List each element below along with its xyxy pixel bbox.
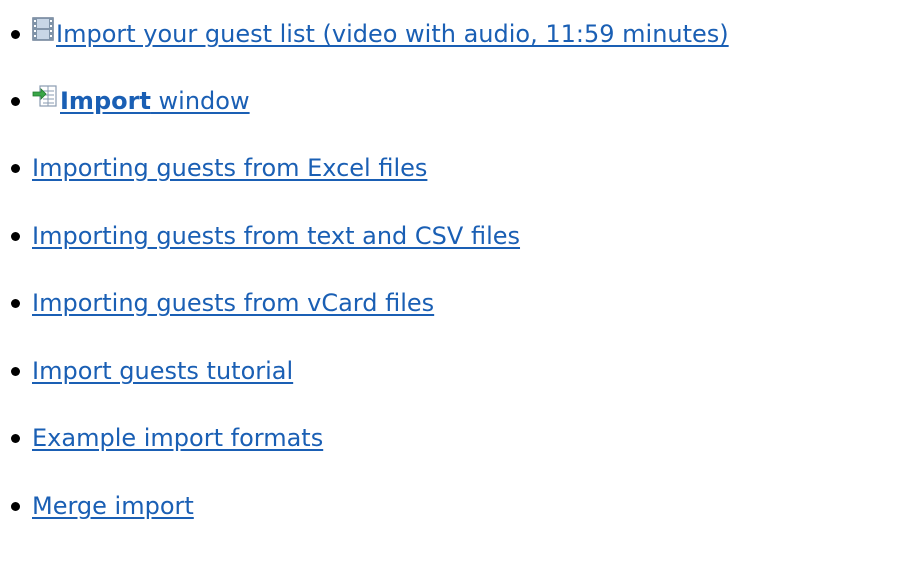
- list-item: Import your guest list (video with audio…: [0, 14, 729, 54]
- list-item: Importing guests from text and CSV files: [0, 216, 520, 256]
- list-item: Import window: [0, 81, 250, 121]
- import-icon: [32, 84, 58, 114]
- merge-import-link[interactable]: Merge import: [32, 492, 194, 520]
- list-item: Merge import: [0, 486, 194, 526]
- example-formats-link[interactable]: Example import formats: [32, 424, 323, 452]
- vcard-import-link[interactable]: Importing guests from vCard files: [32, 289, 434, 317]
- import-window-link-label: Import: [60, 87, 151, 115]
- bullet: [11, 163, 20, 173]
- bullet: [11, 29, 20, 39]
- bullet: [11, 366, 20, 376]
- bullet: [11, 231, 20, 241]
- import-window-link-suffix: window: [150, 87, 250, 115]
- bullet: [11, 96, 20, 106]
- list-item: Example import formats: [0, 418, 323, 458]
- import-tutorial-link[interactable]: Import guests tutorial: [32, 357, 293, 385]
- list-item: Importing guests from Excel files: [0, 148, 427, 188]
- bullet: [11, 433, 20, 443]
- bullet: [11, 501, 20, 511]
- list-item: Import guests tutorial: [0, 351, 293, 391]
- film-icon: [32, 17, 54, 47]
- video-link[interactable]: Import your guest list (video with audio…: [56, 20, 729, 48]
- list-item: Importing guests from vCard files: [0, 283, 434, 323]
- excel-import-link[interactable]: Importing guests from Excel files: [32, 154, 427, 182]
- import-window-link[interactable]: Import window: [60, 87, 250, 115]
- bullet: [11, 298, 20, 308]
- text-csv-import-link[interactable]: Importing guests from text and CSV files: [32, 222, 520, 250]
